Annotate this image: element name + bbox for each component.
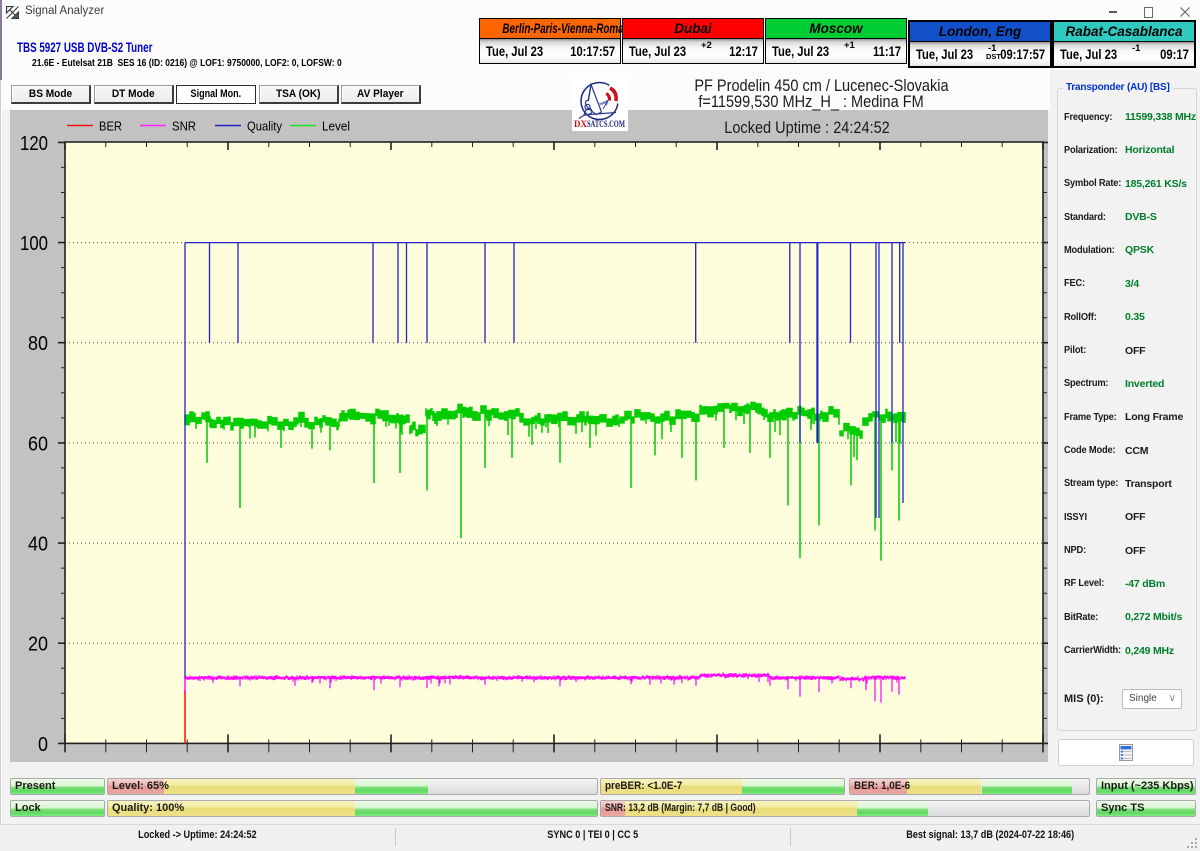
svg-text:BER: BER (99, 120, 122, 134)
svg-text:80: 80 (28, 332, 48, 355)
svg-text:120: 120 (20, 132, 48, 155)
svg-text:60: 60 (28, 432, 48, 455)
svg-text:Level: Level (322, 120, 350, 134)
svg-text:SATCS.COM: SATCS.COM (587, 120, 625, 130)
svg-text:0: 0 (38, 733, 48, 756)
svg-text:20: 20 (28, 633, 48, 656)
svg-text:DX: DX (574, 120, 587, 130)
svg-text:100: 100 (20, 232, 48, 255)
svg-text:40: 40 (28, 533, 48, 556)
svg-text:SNR: SNR (172, 120, 196, 134)
svg-text:Quality: Quality (247, 120, 283, 134)
